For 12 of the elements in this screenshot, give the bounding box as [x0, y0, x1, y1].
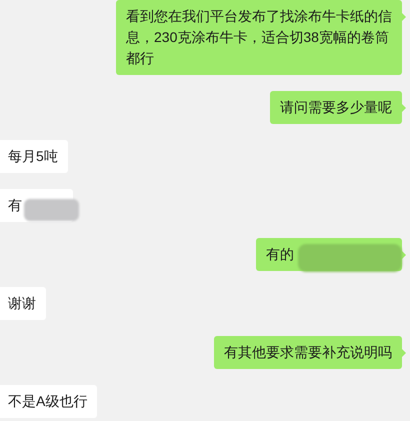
bubble-tail	[401, 348, 406, 358]
message-bubble: 有其他要求需要补充说明吗	[214, 336, 402, 369]
message-bubble: 请问需要多少量呢	[270, 91, 402, 124]
message-bubble: 谢谢	[0, 287, 46, 320]
bubble-tail	[401, 12, 406, 22]
bubble-tail	[401, 103, 406, 113]
message-bubble: 有的	[256, 238, 402, 271]
redaction-blur	[24, 199, 79, 221]
message-bubble: 不是A级也行	[0, 385, 98, 418]
bubble-tail	[401, 250, 406, 260]
message-bubble: 看到您在我们平台发布了找涂布牛卡纸的信息，230克涂布牛卡，适合切38宽幅的卷筒都行	[116, 0, 402, 75]
message-bubble: 每月5吨	[0, 140, 68, 173]
